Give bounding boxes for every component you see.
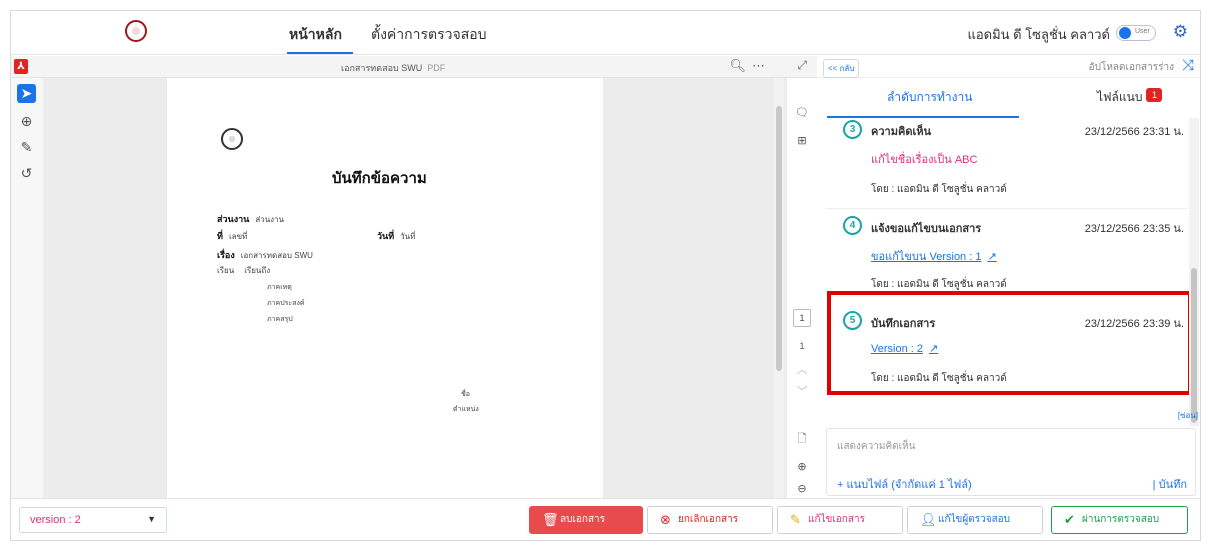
pdf-scroll-thumb[interactable] [776, 106, 782, 371]
edit-document-button[interactable]: ✎ แก้ไขเอกสาร [777, 506, 903, 534]
pen-icon[interactable]: ✎ [17, 138, 36, 157]
workflow-timeline: 3 ความคิดเห็น 23/12/2566 23:31 น. แก้ไขช… [817, 118, 1200, 426]
upload-draft-button[interactable]: อัปโหลดเอกสารร่าง [1089, 60, 1174, 75]
viewer-side-tools: 🗨︎ ⊞ 1 1 ︿ ﹀ 🗋︎ ⊕ ⊖ [787, 78, 817, 498]
pdf-canvas[interactable]: บันทึกข้อความ ส่วนงาน ส่วนงาน ที่ เลขที่ ว… [43, 78, 787, 498]
memo-heading: บันทึกข้อความ [332, 170, 427, 187]
doc-field-department: ส่วนงาน ส่วนงาน [217, 214, 285, 224]
tab-review-settings[interactable]: ตั้งค่าการตรวจสอบ [371, 24, 487, 46]
right-panel-tabs: ลำดับการทำงาน ไฟล์แนบ 1 [817, 78, 1200, 118]
logo-icon[interactable] [125, 20, 147, 42]
pencil-icon: ✎ [790, 512, 801, 527]
cancel-document-button[interactable]: ⊗ ยกเลิกเอกสาร [647, 506, 773, 534]
entry-author: โดย : แอดมิน ดี โซลูชั่น คลาวด์ [871, 279, 1007, 290]
search-icon[interactable]: 🔍︎ [729, 58, 752, 73]
entry-time: 23/12/2566 23:35 น. [1084, 223, 1184, 235]
doc-para-1: ภาคเหตุ [267, 284, 292, 291]
entry-title: ความคิดเห็น [871, 126, 931, 138]
lasso-icon[interactable]: ↺ [17, 164, 36, 183]
comments-icon[interactable]: 🗨︎ [793, 106, 811, 122]
version-select[interactable]: version : 2 ▼ [19, 507, 167, 533]
more-icon[interactable]: ⋯ [752, 58, 771, 73]
pdf-scrollbar[interactable] [774, 78, 784, 498]
top-navbar: หน้าหลัก ตั้งค่าการตรวจสอบ แอดมิน ดี โซล… [11, 11, 1200, 55]
zoom-out-icon[interactable]: ⊖ [793, 482, 811, 498]
trash-icon: 🗑︎ [542, 512, 559, 527]
approve-button[interactable]: ✔ ผ่านการตรวจสอบ [1051, 506, 1188, 534]
timeline-scrollbar[interactable] [1189, 118, 1199, 426]
doc-sign-name: ชื่อ [461, 391, 470, 398]
step-number-badge: 3 [843, 120, 862, 139]
attachment-count-badge: 1 [1146, 88, 1163, 102]
check-circle-icon: ✔ [1064, 512, 1075, 527]
app-window: หน้าหลัก ตั้งค่าการตรวจสอบ แอดมิน ดี โซล… [10, 10, 1201, 541]
chevron-down-icon: ▼ [147, 514, 156, 524]
user-edit-icon: 👤︎ [920, 512, 937, 527]
tab-attachments[interactable]: ไฟล์แนบ 1 [1097, 88, 1163, 107]
step-number-badge: 4 [843, 216, 862, 235]
gear-icon[interactable]: ⚙ [1173, 22, 1188, 42]
role-toggle[interactable]: User [1116, 25, 1156, 41]
doc-sign-position: ตำแหน่ง [453, 406, 479, 413]
entry-author: โดย : แอดมิน ดี โซลูชั่น คลาวด์ [871, 184, 1007, 195]
edit-reviewer-button[interactable]: 👤︎ แก้ไขผู้ตรวจสอบ [907, 506, 1043, 534]
highlight-box [827, 291, 1192, 395]
open-external-icon[interactable]: ↗ [987, 251, 996, 263]
delete-document-button[interactable]: 🗑︎ ลบเอกสาร [529, 506, 643, 534]
entry-title: แจ้งขอแก้ไขบนเอกสาร [871, 223, 982, 235]
cancel-circle-icon: ⊗ [660, 512, 671, 527]
select-pointer-icon[interactable]: ➤ [17, 84, 36, 103]
comment-input[interactable]: แสดงความคิดเห็น [837, 439, 915, 454]
attach-file-button[interactable]: + แนบไฟล์ (จำกัดแค่ 1 ไฟล์) [837, 475, 972, 493]
timeline-scroll-thumb[interactable] [1191, 268, 1197, 423]
pdf-page: บันทึกข้อความ ส่วนงาน ส่วนงาน ที่ เลขที่ ว… [167, 78, 603, 498]
doc-para-2: ภาคประสงค์ [267, 300, 305, 307]
doc-field-subject: เรื่อง เอกสารทดสอบ SWU [217, 250, 313, 260]
page-up-icon[interactable]: ︿ [793, 361, 811, 377]
add-comment-icon[interactable]: ⊕ [17, 112, 36, 131]
page-total: 1 [799, 341, 805, 351]
right-panel-header: << กลับ อัปโหลดเอกสารร่าง ⤨ [817, 56, 1200, 78]
university-seal-icon [221, 128, 243, 150]
expand-icon[interactable]: ⤢ [797, 58, 807, 73]
pdf-toolbar: ⅄ เอกสารทดสอบ SWU PDF 🔍︎⋯ ⤢ [11, 56, 817, 78]
version-link[interactable]: ขอแก้ไขบน Version : 1 ↗ [871, 247, 997, 265]
timeline-entry: 3 ความคิดเห็น 23/12/2566 23:31 น. แก้ไขช… [825, 118, 1190, 195]
active-tab-indicator [287, 52, 353, 54]
doc-para-3: ภาคสรุป [267, 316, 293, 323]
timeline-entry: 4 แจ้งขอแก้ไขบนเอกสาร 23/12/2566 23:35 น… [825, 214, 1190, 294]
annotation-toolbar: ➤ ⊕ ✎ ↺ [11, 78, 43, 498]
entry-time: 23/12/2566 23:31 น. [1084, 126, 1184, 138]
divider [825, 208, 1187, 209]
toggle-knob [1119, 27, 1131, 39]
toggle-label: User [1135, 28, 1150, 35]
doc-field-to: เรียน เรียนถึง [217, 266, 271, 275]
page-down-icon[interactable]: ﹀ [793, 383, 811, 399]
back-button[interactable]: << กลับ [823, 59, 860, 78]
doc-field-number: ที่ เลขที่ [217, 231, 248, 241]
zoom-in-icon[interactable]: ⊕ [793, 460, 811, 476]
bottom-action-bar: version : 2 ▼ 🗑︎ ลบเอกสาร ⊗ ยกเลิกเอกสาร ✎… [11, 498, 1200, 540]
collapse-icon[interactable]: ⤨ [1182, 57, 1194, 74]
pdf-tools: 🔍︎⋯ [729, 58, 771, 74]
pdf-title: เอกสารทดสอบ SWU PDF [341, 63, 446, 73]
pdf-file-icon: ⅄ [14, 59, 28, 74]
entry-detail: แก้ไขชื่อเรื่องเป็น ABC [871, 154, 978, 166]
pdf-ext: PDF [427, 63, 446, 73]
user-name: แอดมิน ดี โซลูชั่น คลาวด์ [967, 27, 1110, 42]
comment-box[interactable]: แสดงความคิดเห็น + แนบไฟล์ (จำกัดแค่ 1 ไฟ… [826, 428, 1196, 496]
version-value: version : 2 [30, 514, 81, 526]
tab-home[interactable]: หน้าหลัก [289, 24, 342, 46]
save-comment-button[interactable]: | บันทึก [1153, 475, 1187, 493]
page-number-input[interactable]: 1 [793, 309, 811, 327]
tab-workflow[interactable]: ลำดับการทำงาน [887, 88, 972, 107]
hide-link[interactable]: [ซ่อน] [1178, 409, 1198, 422]
thumbnails-icon[interactable]: ⊞ [793, 134, 811, 150]
download-icon[interactable]: 🗋︎ [793, 430, 811, 446]
doc-field-date: วันที่ วันที่ [377, 231, 416, 241]
